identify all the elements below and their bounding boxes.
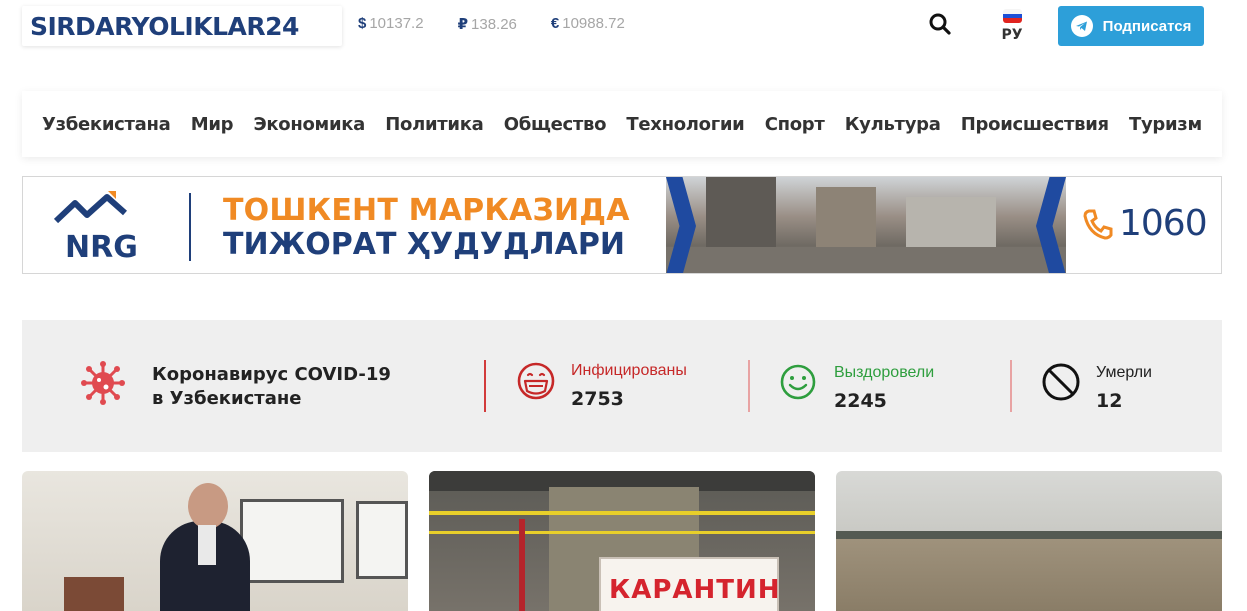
smiley-icon [780, 364, 816, 400]
nrg-logo: NRG [53, 191, 138, 263]
nav-item-uzbekistan[interactable]: Узбекистана [42, 114, 171, 135]
deaths-value: 12 [1096, 390, 1123, 412]
recovered-label: Выздоровели [834, 364, 935, 381]
rate-eur: €10988.72 [550, 15, 625, 32]
subscribe-button[interactable]: Подписатся [1058, 6, 1204, 46]
recovered-value: 2245 [834, 390, 887, 412]
svg-text:NRG: NRG [65, 230, 138, 263]
quarantine-text: КАРАНТИН [609, 575, 781, 605]
banner-headline-1: ТОШКЕНТ МАРКАЗИДА [223, 193, 630, 228]
banner-phone: 1060 [1083, 203, 1208, 244]
divider [748, 360, 750, 412]
nav-item-culture[interactable]: Культура [845, 114, 941, 135]
banner-photo [666, 177, 1066, 273]
russia-flag-icon [1002, 9, 1022, 23]
language-switcher[interactable]: РУ [998, 9, 1026, 43]
nav-item-economy[interactable]: Экономика [253, 114, 365, 135]
nav-item-incidents[interactable]: Происшествия [961, 114, 1109, 135]
main-nav: Узбекистана Мир Экономика Политика Общес… [22, 91, 1222, 157]
virus-icon [81, 361, 125, 405]
infected-value: 2753 [571, 388, 624, 410]
banner-divider [189, 193, 191, 261]
logo-text: SIRDARYOLIKLAR24 [30, 11, 299, 41]
currency-rates: $10137.2 ₽138.26 €10988.72 [358, 15, 625, 33]
rate-rub: ₽138.26 [457, 16, 517, 33]
banner-headline-2: ТИЖОРАТ ҲУДУДЛАРИ [223, 227, 625, 262]
prohibited-icon [1042, 363, 1080, 401]
masked-face-icon [517, 362, 555, 400]
search-icon[interactable] [928, 12, 952, 36]
nav-item-sport[interactable]: Спорт [765, 114, 825, 135]
divider [1010, 360, 1012, 412]
site-logo[interactable]: SIRDARYOLIKLAR24 [22, 6, 342, 46]
divider [484, 360, 486, 412]
language-label: РУ [1001, 27, 1023, 43]
quarantine-sign: КАРАНТИН [599, 557, 781, 611]
deaths-label: Умерли [1096, 364, 1152, 381]
nav-item-tourism[interactable]: Туризм [1129, 114, 1202, 135]
covid-title: Коронавирус COVID-19 в Узбекистане [152, 364, 391, 409]
rate-usd: $10137.2 [358, 15, 424, 32]
nav-item-politics[interactable]: Политика [385, 114, 484, 135]
covid-stats-panel: Коронавирус COVID-19 в Узбекистане Инфиц… [22, 320, 1222, 452]
news-card[interactable] [836, 471, 1222, 611]
nav-item-society[interactable]: Общество [504, 114, 607, 135]
ad-banner[interactable]: NRG ТОШКЕНТ МАРКАЗИДА ТИЖОРАТ ҲУДУДЛАРИ … [22, 176, 1222, 274]
subscribe-label: Подписатся [1102, 17, 1192, 35]
news-card[interactable] [22, 471, 408, 611]
nav-item-technology[interactable]: Технологии [626, 114, 744, 135]
news-card[interactable]: КАРАНТИН [429, 471, 815, 611]
infected-label: Инфицированы [571, 362, 687, 379]
telegram-icon [1070, 15, 1093, 37]
nav-item-world[interactable]: Мир [191, 114, 234, 135]
phone-icon [1083, 209, 1113, 240]
